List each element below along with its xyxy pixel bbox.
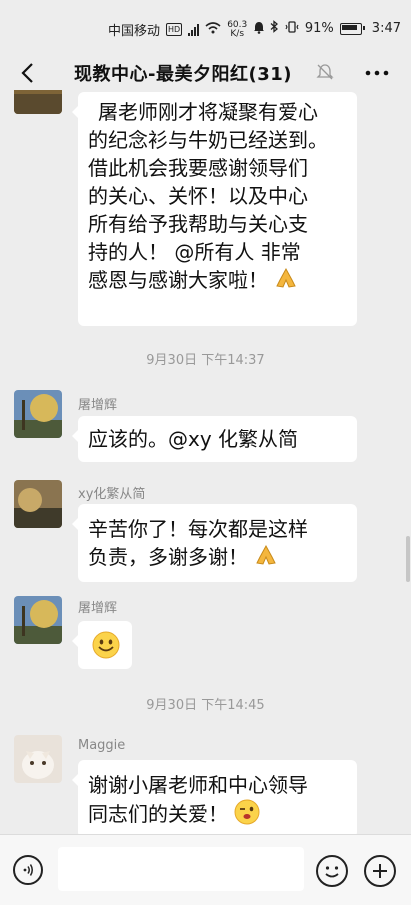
message-line: 的关心、关怀！以及中心: [88, 184, 308, 208]
chat-title: 现教中心-最美夕阳红(31): [74, 64, 292, 85]
message-line: 同志们的关爱！: [88, 802, 228, 826]
avatar[interactable]: [14, 735, 62, 783]
pray-hands-icon: [254, 543, 278, 574]
message-line: 屠老师刚才将凝聚有爱心: [98, 100, 318, 124]
more-dots-icon: [365, 70, 389, 76]
smiley-icon: [325, 866, 339, 878]
status-bar: 中国移动 HD 60.3 K/s 91% 3:47: [0, 0, 411, 58]
status-left: 中国移动 HD 60.3 K/s: [108, 20, 265, 39]
message-bubble[interactable]: [72, 621, 132, 669]
bell-icon: [253, 21, 265, 38]
message-list[interactable]: 屠老师刚才将凝聚有爱心 的纪念衫与牛奶已经送到。 借此机会我要感谢领导们 的关心…: [0, 90, 411, 834]
message-line: 感恩与感谢大家啦！: [88, 268, 268, 292]
message-line: 辛苦你了！每次都是这样: [88, 517, 308, 541]
scrollbar[interactable]: [406, 536, 410, 582]
message-line-wrap: 同志们的关爱！: [88, 799, 347, 832]
message-line: 应该的。@xy 化繁从简: [88, 427, 299, 451]
message-bubble[interactable]: 应该的。@xy 化繁从简: [72, 416, 357, 462]
plus-icon: [373, 864, 387, 878]
battery-percent: 91%: [304, 21, 334, 36]
message-line-wrap: 感恩与感谢大家啦！: [88, 266, 347, 297]
bluetooth-icon: [270, 20, 279, 37]
message-line: 持的人！ @所有人 非常: [88, 240, 301, 264]
message-bubble[interactable]: 辛苦你了！每次都是这样 负责，多谢多谢！: [72, 504, 357, 582]
battery-icon: [339, 22, 365, 35]
net-speed: 60.3 K/s: [227, 20, 247, 39]
avatar[interactable]: [14, 90, 62, 114]
message-bubble[interactable]: 谢谢小屠老师和中心领导 同志们的关爱！: [72, 760, 357, 834]
message-line: 所有给予我帮助与关心支: [88, 212, 308, 236]
message-line: 负责，多谢多谢！: [88, 545, 248, 569]
chevron-left-icon: [21, 63, 33, 83]
status-right: 91% 3:47: [270, 20, 401, 37]
plus-button[interactable]: [364, 855, 396, 887]
mute-bell-icon: [316, 63, 334, 85]
smile-emoji-icon: [92, 631, 120, 666]
message-bubble[interactable]: 屠老师刚才将凝聚有爱心 的纪念衫与牛奶已经送到。 借此机会我要感谢领导们 的关心…: [72, 92, 357, 326]
more-options-button[interactable]: [362, 60, 392, 86]
timestamp: 9月30日 下午14:37: [146, 353, 265, 368]
vibrate-icon: [285, 20, 299, 37]
chat-header: 现教中心-最美夕阳红(31): [0, 58, 411, 90]
sender-name: 屠增辉: [78, 398, 118, 413]
emoji-button[interactable]: [316, 855, 348, 887]
voice-icon: [23, 864, 33, 876]
pray-hands-icon: [274, 266, 298, 297]
carrier-label: 中国移动: [108, 24, 161, 39]
message-line: 谢谢小屠老师和中心领导: [88, 773, 308, 797]
message-input[interactable]: [58, 847, 304, 891]
avatar[interactable]: [14, 596, 62, 644]
sender-name: 屠增辉: [78, 601, 118, 616]
hd-badge: HD: [166, 23, 183, 36]
timestamp: 9月30日 下午14:45: [146, 698, 265, 713]
net-speed-unit: K/s: [230, 28, 245, 39]
avatar[interactable]: [14, 390, 62, 438]
avatar[interactable]: [14, 480, 62, 528]
wink-emoji-icon: [234, 799, 260, 832]
message-line: 借此机会我要感谢领导们: [88, 156, 308, 180]
sender-name: xy化繁从简: [78, 487, 146, 502]
sender-name: Maggie: [78, 738, 126, 753]
input-bar: [0, 834, 411, 905]
voice-button[interactable]: [13, 855, 43, 885]
message-line: 的纪念衫与牛奶已经送到。: [88, 128, 328, 152]
signal-icon: [188, 23, 200, 36]
message-line-wrap: 负责，多谢多谢！: [88, 543, 347, 574]
back-button[interactable]: [14, 60, 40, 86]
clock: 3:47: [371, 21, 401, 36]
wifi-icon: [205, 21, 221, 38]
